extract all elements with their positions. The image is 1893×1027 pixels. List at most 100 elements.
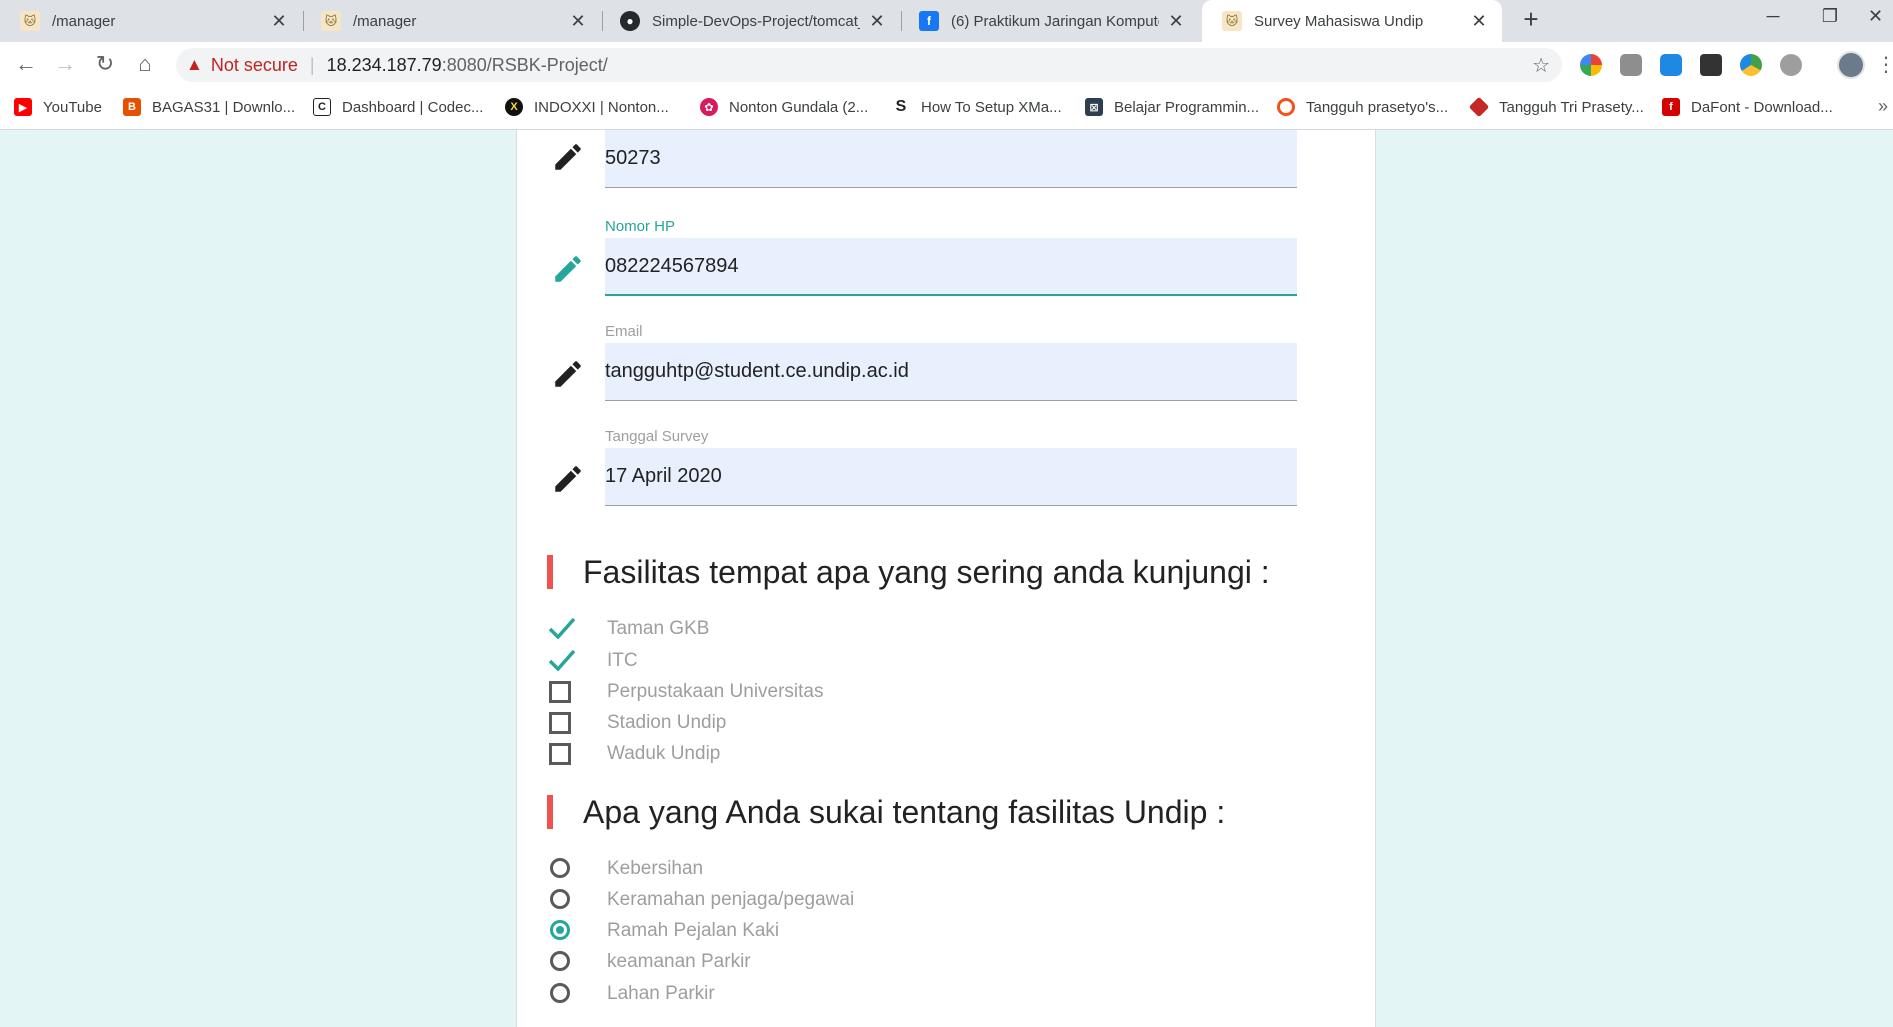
bookmark-dicoding[interactable]: ⊠ Belajar Programmin... bbox=[1085, 98, 1259, 116]
pencil-icon bbox=[555, 466, 581, 492]
tab-title: /manager bbox=[353, 12, 417, 30]
checkmark-icon bbox=[547, 615, 583, 643]
security-status[interactable]: Not secure bbox=[211, 55, 298, 76]
warning-icon: ▲ bbox=[186, 55, 203, 74]
omnibox-divider: | bbox=[309, 54, 315, 75]
bookmark-label: Tangguh prasetyo's... bbox=[1306, 98, 1449, 116]
tab-title: Simple-DevOps-Project/tomcat_i bbox=[652, 12, 860, 30]
home-button[interactable]: ⌂ bbox=[131, 51, 159, 77]
radio-box bbox=[547, 948, 583, 976]
tab-survey[interactable]: 🐱 Survey Mahasiswa Undip ✕ bbox=[1202, 0, 1502, 42]
radio-unselected-icon bbox=[550, 983, 570, 1003]
checkbox-itc[interactable]: ITC bbox=[547, 647, 638, 675]
bookmarks-bar: ▶ YouTube B BAGAS31 | Downlo... C Dashbo… bbox=[0, 88, 1893, 130]
gem-icon bbox=[1468, 96, 1490, 118]
bagas31-icon: B bbox=[123, 98, 141, 116]
restore-button[interactable]: ❐ bbox=[1810, 6, 1850, 27]
radio-lahan-parkir[interactable]: Lahan Parkir bbox=[547, 980, 715, 1008]
radio-ramah-pejalan-kaki[interactable]: Ramah Pejalan Kaki bbox=[547, 917, 779, 945]
bookmark-gem[interactable]: Tangguh Tri Prasety... bbox=[1468, 96, 1644, 118]
tab-github[interactable]: ● Simple-DevOps-Project/tomcat_i ✕ bbox=[600, 0, 900, 42]
bookmark-gundala[interactable]: ✿ Nonton Gundala (2... bbox=[700, 98, 868, 116]
url-host: 18.234.187.79 bbox=[326, 54, 442, 75]
option-label: keamanan Parkir bbox=[607, 951, 751, 972]
bookmark-label: Dashboard | Codec... bbox=[342, 98, 484, 116]
sourcerer-icon bbox=[1277, 98, 1295, 116]
radio-selected-icon bbox=[550, 920, 570, 940]
radio-box bbox=[547, 917, 583, 945]
tab-title: /manager bbox=[52, 12, 116, 30]
tanggal-survey-label: Tanggal Survey bbox=[605, 428, 709, 445]
avatar[interactable] bbox=[1837, 51, 1865, 79]
github-icon: ● bbox=[620, 11, 640, 31]
pencil-icon bbox=[555, 361, 581, 387]
tab-manager-2[interactable]: 🐱 /manager ✕ bbox=[301, 0, 601, 42]
bookmark-bagas31[interactable]: B BAGAS31 | Downlo... bbox=[123, 98, 295, 116]
back-button[interactable]: ← bbox=[12, 51, 40, 77]
gnome-extension-icon[interactable] bbox=[1700, 54, 1722, 76]
facebook-icon: f bbox=[919, 11, 939, 31]
tab-facebook[interactable]: f (6) Praktikum Jaringan Komputer ✕ bbox=[899, 0, 1199, 42]
minimize-button[interactable]: ─ bbox=[1753, 6, 1793, 27]
radio-box bbox=[547, 886, 583, 914]
radio-unselected-icon bbox=[550, 951, 570, 971]
tomcat-icon: 🐱 bbox=[321, 11, 341, 31]
checkbox-unchecked-icon bbox=[549, 681, 571, 703]
bookmark-label: BAGAS31 | Downlo... bbox=[152, 98, 296, 116]
bookmark-label: Tangguh Tri Prasety... bbox=[1499, 98, 1644, 116]
checkbox-perpustakaan[interactable]: Perpustakaan Universitas bbox=[547, 678, 824, 706]
address-bar[interactable]: ▲ Not secure | 18.234.187.79:8080/RSBK-P… bbox=[176, 48, 1562, 82]
bookmark-dafont[interactable]: f DaFont - Download... bbox=[1662, 98, 1833, 116]
kodepos-input[interactable] bbox=[605, 130, 1297, 188]
radio-kebersihan[interactable]: Kebersihan bbox=[547, 855, 703, 883]
indoxxi-icon: X bbox=[505, 98, 523, 116]
chevron-right-icon[interactable]: » bbox=[1878, 96, 1888, 117]
survey-form: Nomor HP Email Tanggal Survey Fasilitas … bbox=[516, 130, 1376, 1027]
checkbox-taman-gkb[interactable]: Taman GKB bbox=[547, 615, 709, 643]
toolbar: ← → ↻ ⌂ ▲ Not secure | 18.234.187.79:808… bbox=[0, 42, 1893, 88]
circle-extension-icon[interactable] bbox=[1780, 54, 1802, 76]
nomor-hp-input[interactable] bbox=[605, 238, 1297, 296]
forward-button[interactable]: → bbox=[51, 51, 79, 77]
more-menu-icon[interactable]: ⋮ bbox=[1876, 52, 1893, 77]
bookmark-indoxxi[interactable]: X INDOXXI | Nonton... bbox=[505, 98, 669, 116]
fasilitas-heading: Fasilitas tempat apa yang sering anda ku… bbox=[547, 555, 1270, 589]
radio-box bbox=[547, 980, 583, 1008]
close-icon[interactable]: ✕ bbox=[270, 11, 288, 32]
option-label: Stadion Undip bbox=[607, 712, 727, 733]
radio-keramahan[interactable]: Keramahan penjaga/pegawai bbox=[547, 886, 854, 914]
checkbox-waduk[interactable]: Waduk Undip bbox=[547, 740, 720, 768]
dafont-icon: f bbox=[1662, 98, 1680, 116]
close-icon[interactable]: ✕ bbox=[569, 11, 587, 32]
email-label: Email bbox=[605, 323, 643, 340]
close-icon[interactable]: ✕ bbox=[868, 11, 886, 32]
email-input[interactable] bbox=[605, 343, 1297, 401]
bookmark-label: INDOXXI | Nonton... bbox=[534, 98, 669, 116]
tab-strip: 🐱 /manager ✕ 🐱 /manager ✕ ● Simple-DevOp… bbox=[0, 0, 1893, 42]
new-tab-button[interactable]: + bbox=[1514, 4, 1548, 35]
tomcat-icon: 🐱 bbox=[1222, 11, 1242, 31]
extension-badge-icon[interactable] bbox=[1660, 54, 1682, 76]
tab-title: Survey Mahasiswa Undip bbox=[1254, 12, 1424, 30]
window-close-button[interactable]: ✕ bbox=[1858, 6, 1893, 27]
radio-keamanan-parkir[interactable]: keamanan Parkir bbox=[547, 948, 751, 976]
bookmark-youtube[interactable]: ▶ YouTube bbox=[14, 98, 102, 116]
close-icon[interactable]: ✕ bbox=[1470, 11, 1488, 32]
chrome-extension-icon[interactable] bbox=[1740, 54, 1762, 76]
bookmark-star-icon[interactable]: ☆ bbox=[1532, 53, 1550, 78]
tab-title: (6) Praktikum Jaringan Komputer bbox=[951, 12, 1159, 30]
bookmark-sourcerer[interactable]: Tangguh prasetyo's... bbox=[1277, 98, 1448, 116]
option-label: Kebersihan bbox=[607, 858, 704, 879]
tab-manager-1[interactable]: 🐱 /manager ✕ bbox=[0, 0, 302, 42]
reload-button[interactable]: ↻ bbox=[91, 51, 119, 77]
close-icon[interactable]: ✕ bbox=[1167, 11, 1185, 32]
bookmark-xampp[interactable]: S How To Setup XMa... bbox=[892, 98, 1062, 116]
chat-extension-icon[interactable] bbox=[1620, 54, 1642, 76]
pencil-icon bbox=[555, 144, 581, 170]
tanggal-survey-input[interactable] bbox=[605, 448, 1297, 506]
checkbox-stadion[interactable]: Stadion Undip bbox=[547, 709, 726, 737]
page-background: Nomor HP Email Tanggal Survey Fasilitas … bbox=[0, 130, 1893, 1027]
bookmark-label: Belajar Programmin... bbox=[1114, 98, 1260, 116]
bookmark-codecademy[interactable]: C Dashboard | Codec... bbox=[313, 98, 483, 116]
color-picker-extension-icon[interactable] bbox=[1580, 54, 1602, 76]
